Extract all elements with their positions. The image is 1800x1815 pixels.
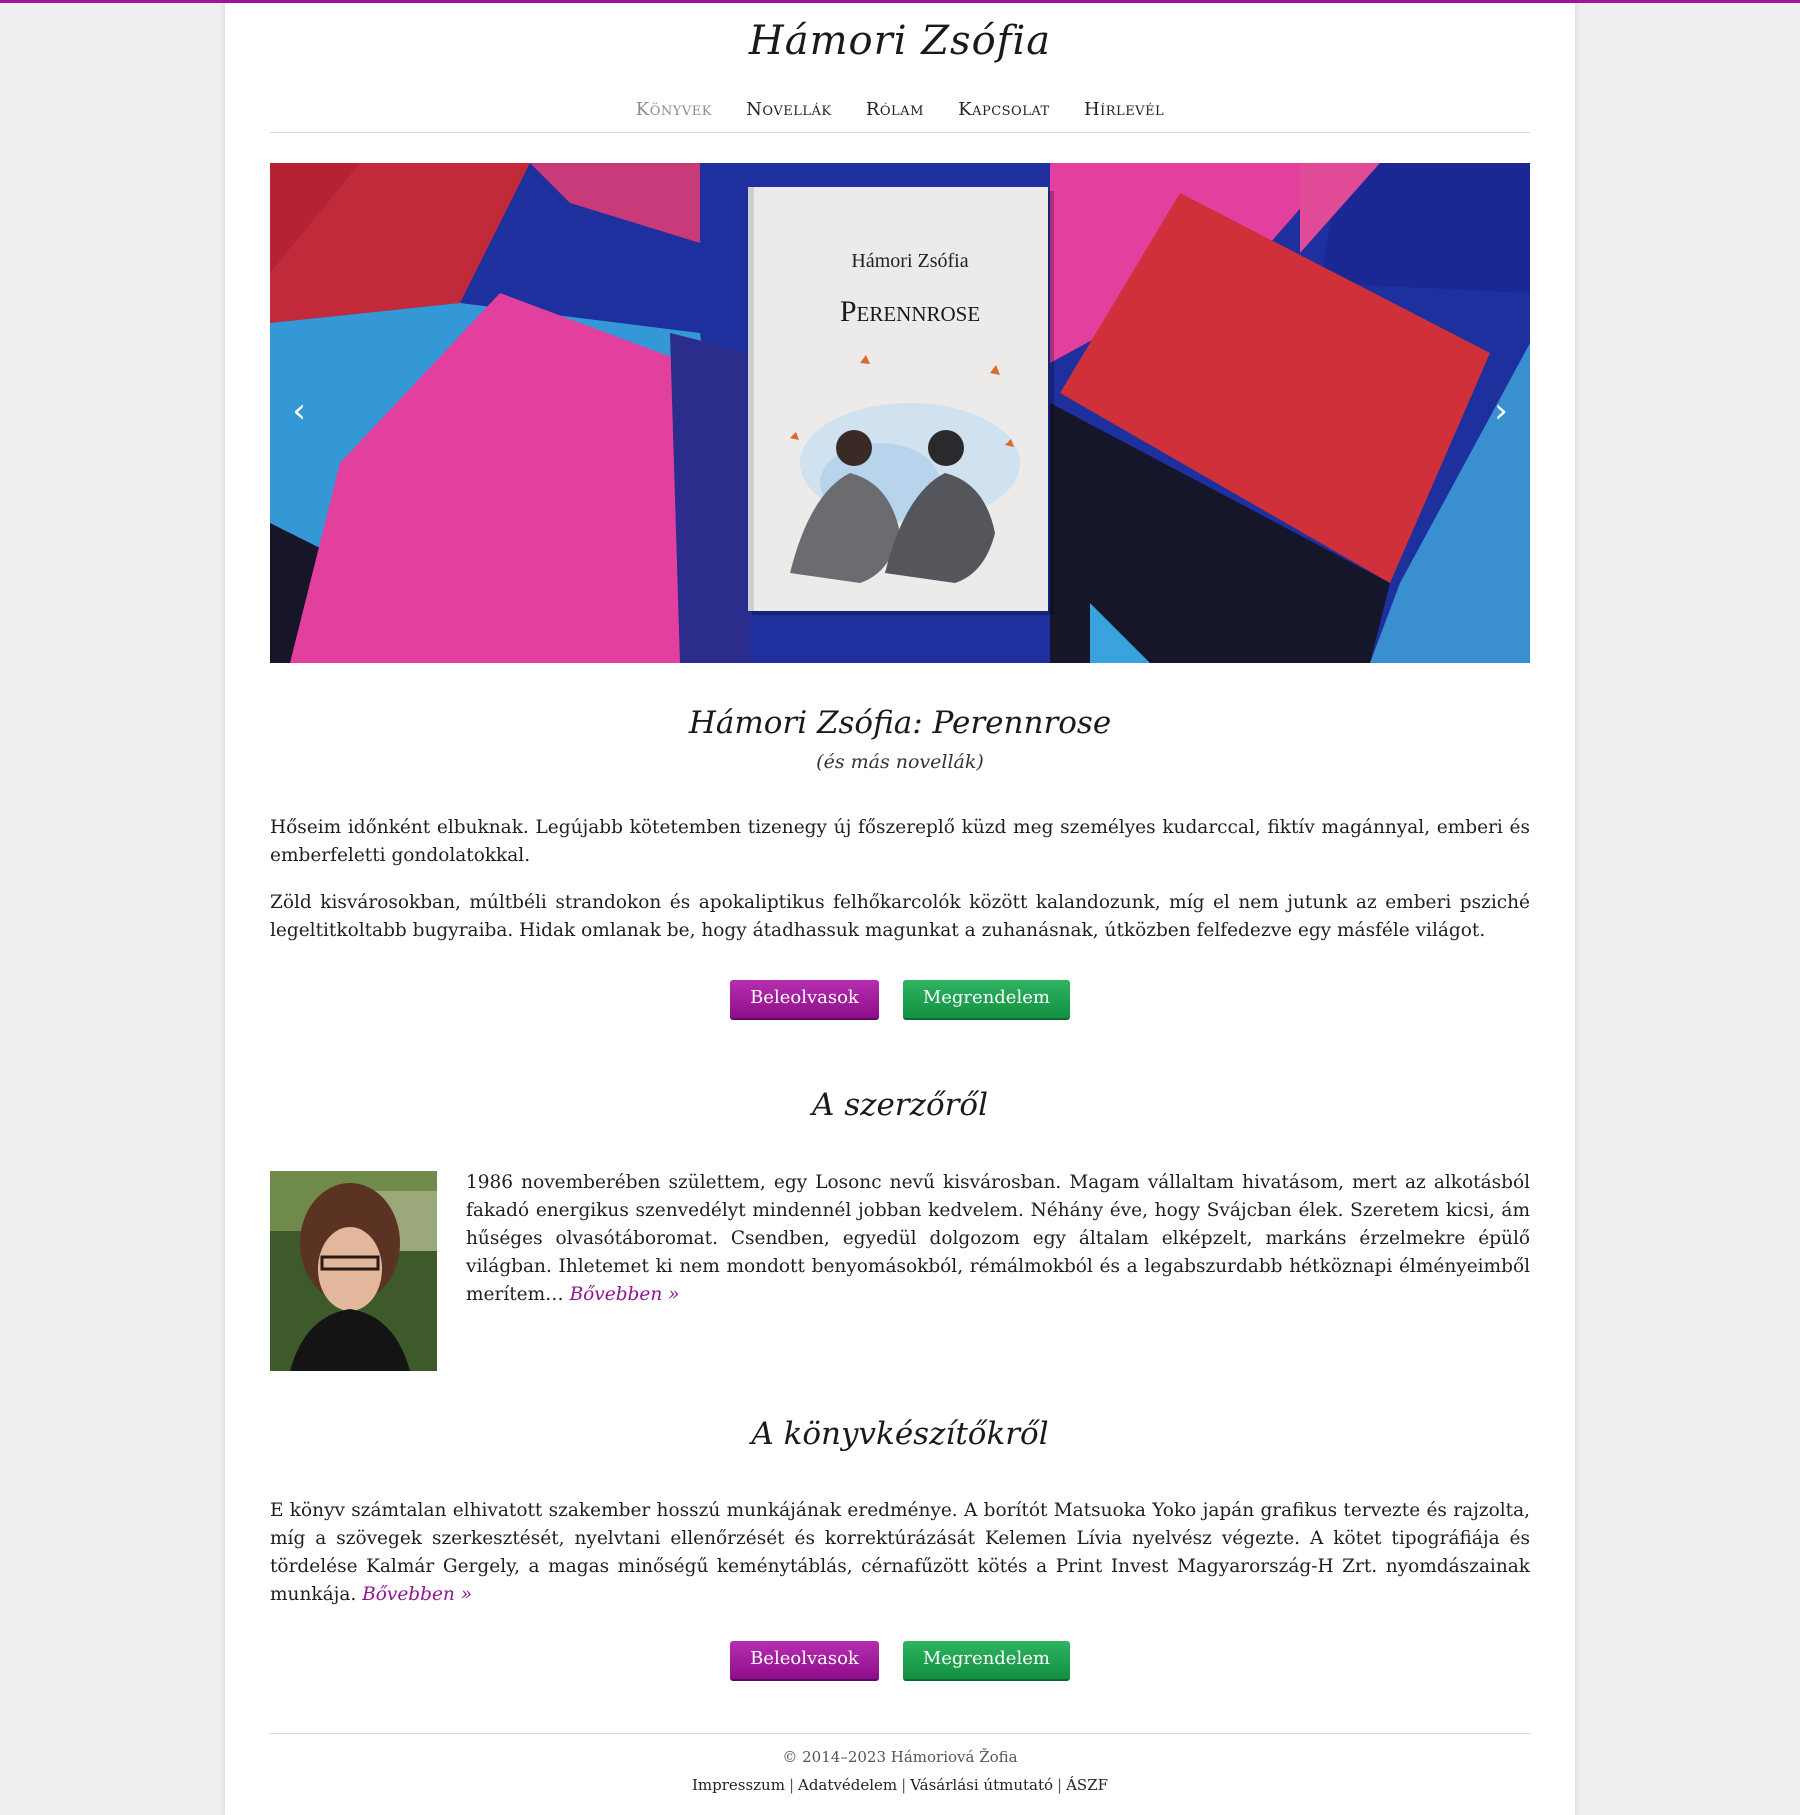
book-paragraph-1: Hőseim időnként elbuknak. Legújabb kötet… <box>270 817 1530 866</box>
main-nav: Könyvek Novellák Rólam Kapcsolat Hírlevé… <box>270 99 1530 120</box>
hero-slider[interactable]: Hámori Zsófia Perennrose ‹ › <box>270 163 1530 663</box>
hero-image: Hámori Zsófia Perennrose <box>270 163 1530 663</box>
author-more-link[interactable]: Bővebben » <box>570 1284 680 1305</box>
read-sample-button-bottom[interactable]: Beleolvasok <box>730 1641 879 1681</box>
order-button[interactable]: Megrendelem <box>902 980 1070 1020</box>
nav-divider <box>270 132 1530 133</box>
footer-divider <box>270 1733 1530 1734</box>
footer-link-vasarlasi-utmutato[interactable]: Vásárlási útmutató <box>910 1776 1053 1794</box>
page-container: Hámori Zsófia Könyvek Novellák Rólam Kap… <box>225 3 1575 1815</box>
makers-heading: A könyvkészítőkről <box>751 1416 1049 1452</box>
footer-separator: | <box>901 1776 907 1794</box>
author-heading: A szerzőről <box>811 1087 989 1123</box>
site-title[interactable]: Hámori Zsófia <box>270 18 1530 64</box>
nav-item-rolam[interactable]: Rólam <box>866 99 924 120</box>
cover-author: Hámori Zsófia <box>851 250 968 272</box>
footer-separator: | <box>1057 1776 1063 1794</box>
cover-title: Perennrose <box>840 295 980 328</box>
cta-buttons-bottom: Beleolvasok Megrendelem <box>270 1641 1530 1681</box>
footer-links: Impresszum | Adatvédelem | Vásárlási útmutat… <box>270 1776 1530 1794</box>
nav-item-konyvek[interactable]: Könyvek <box>636 99 712 120</box>
footer-link-adatvedelem[interactable]: Adatvédelem <box>798 1776 897 1794</box>
book-paragraph-2: Zöld kisvárosokban, múltbéli strandokon … <box>270 892 1530 941</box>
nav-item-novellak[interactable]: Novellák <box>746 99 831 120</box>
footer-separator: | <box>788 1776 794 1794</box>
chevron-right-icon[interactable]: › <box>1486 391 1516 431</box>
footer-link-aszf[interactable]: ÁSZF <box>1066 1776 1108 1794</box>
author-photo <box>270 1171 437 1371</box>
read-sample-button[interactable]: Beleolvasok <box>730 980 879 1020</box>
book-subtitle: (és más novellák) <box>816 751 984 773</box>
footer-link-impresszum[interactable]: Impresszum <box>692 1776 785 1794</box>
book-title: Hámori Zsófia: Perennrose <box>688 705 1112 741</box>
order-button-bottom[interactable]: Megrendelem <box>902 1641 1070 1681</box>
chevron-left-icon[interactable]: ‹ <box>284 391 314 431</box>
copyright: © 2014–2023 Hámoriová Žofia <box>782 1748 1018 1766</box>
makers-more-link[interactable]: Bővebben » <box>362 1584 472 1605</box>
nav-item-hirlevel[interactable]: Hírlevél <box>1084 99 1164 120</box>
makers-text: E könyv számtalan elhivatott szakember h… <box>270 1497 1530 1609</box>
nav-item-kapcsolat[interactable]: Kapcsolat <box>958 99 1050 120</box>
cta-buttons-top: Beleolvasok Megrendelem <box>270 980 1530 1020</box>
author-bio: 1986 novemberében születtem, egy Losonc … <box>466 1169 1530 1309</box>
page-inner: Hámori Zsófia Könyvek Novellák Rólam Kap… <box>270 3 1530 1815</box>
